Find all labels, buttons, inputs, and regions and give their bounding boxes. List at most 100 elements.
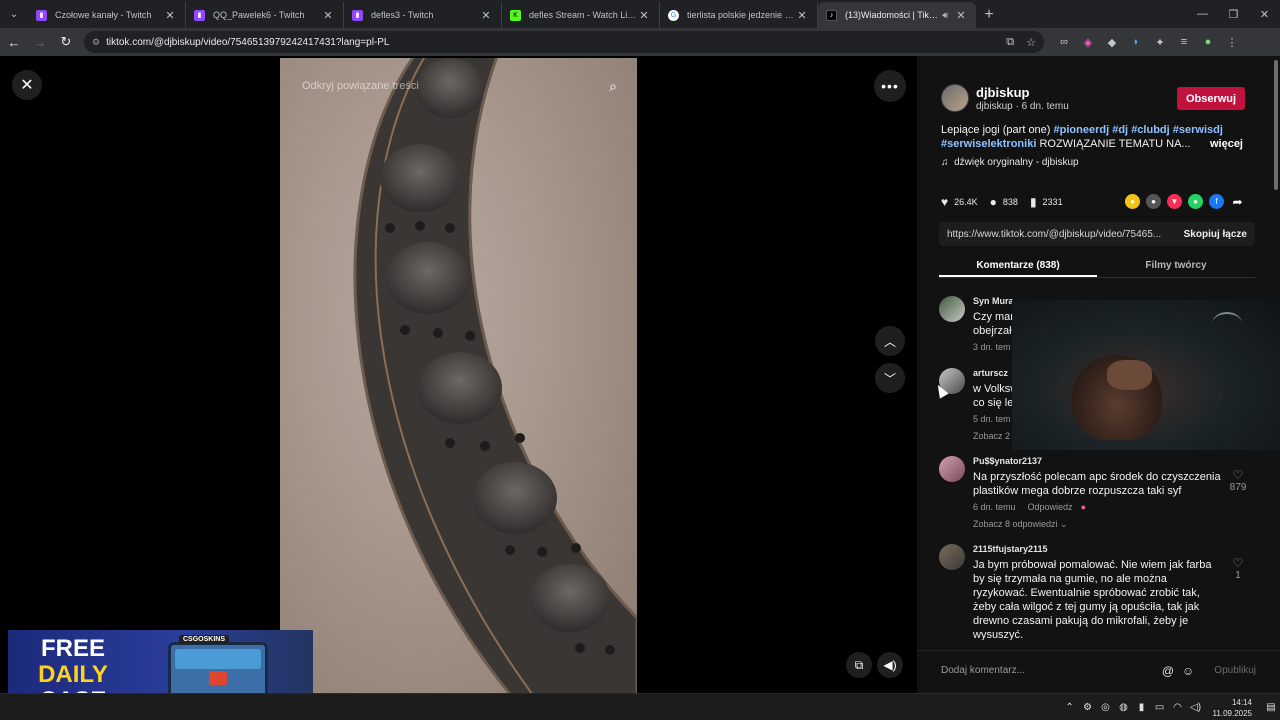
clock-time: 14:14 [1231,697,1252,707]
close-video-button[interactable]: ✕ [12,70,42,100]
like-button[interactable]: ♥ 26.4K [941,195,978,209]
mention-icon[interactable]: @ [1162,664,1174,678]
extension-icon[interactable]: ◈ [1076,36,1100,49]
commenter-name[interactable]: Pu$$ynator2137 [973,456,1042,466]
extension-icon[interactable]: ◆ [1100,36,1124,49]
extension-icon[interactable]: ◗ [1124,36,1148,48]
video-link-box: https://www.tiktok.com/@djbiskup/video/7… [939,222,1255,246]
share-embed-icon[interactable]: ● [1125,194,1140,209]
google-icon: G [668,9,679,21]
commenter-avatar[interactable] [939,296,965,322]
tray-app-icon[interactable]: ◍ [1116,702,1132,713]
close-tab-icon[interactable]: ✕ [321,9,335,22]
copy-link-button[interactable]: Skopiuj łącze [1184,229,1247,240]
hashtag[interactable]: #clubdj [1131,124,1170,136]
close-tab-icon[interactable]: ✕ [637,9,651,22]
site-info-icon[interactable]: ⚙ [92,37,100,48]
browser-menu-icon[interactable]: ⋮ [1220,36,1244,49]
volume-icon[interactable]: ◀︎) [877,652,903,678]
install-app-icon[interactable]: ⧉ [1006,36,1014,49]
profile-avatar-icon[interactable]: ● [1196,36,1220,48]
tray-expand-icon[interactable]: ⌃ [1062,702,1078,713]
network-icon[interactable]: ▭ [1152,702,1168,713]
reading-list-icon[interactable]: ≡ [1172,36,1196,48]
previous-video-button[interactable]: ︿ [875,326,905,356]
hashtag[interactable]: #serwiselektroniki [941,138,1036,150]
commenter-avatar[interactable] [939,544,965,570]
panel-scrollbar[interactable] [1274,60,1278,190]
tab-creator-videos[interactable]: Filmy twórcy [1097,256,1255,277]
forward-icon[interactable]: → [28,30,52,54]
video-player[interactable]: Odkryj powiązane treści ⌕ [280,58,637,694]
browser-tab[interactable]: G tierlista polskie jedzenie - Szuk ✕ [660,2,818,28]
restore-icon[interactable]: ❐ [1218,0,1249,28]
address-bar[interactable]: ⚙ tiktok.com/@djbiskup/video/75465139792… [84,31,1044,53]
next-video-button[interactable]: ﹀ [875,363,905,393]
author-name[interactable]: djbiskup [976,85,1029,100]
close-tab-icon[interactable]: ✕ [479,9,493,22]
like-count: 26.4K [954,197,978,207]
hashtag[interactable]: #pioneerdj [1054,124,1110,136]
bookmark-star-icon[interactable]: ☆ [1026,36,1036,49]
tab-comments[interactable]: Komentarze (838) [939,256,1097,277]
comment-like-button[interactable]: ♡ 879 [1225,468,1251,493]
close-window-icon[interactable]: ✕ [1249,0,1280,28]
new-tab-button[interactable]: + [976,2,1002,28]
author-avatar[interactable] [941,84,969,112]
related-search-input[interactable]: Odkryj powiązane treści [302,80,419,92]
commenter-name[interactable]: Syn Mura [973,296,1014,306]
share-whatsapp-icon[interactable]: ● [1188,194,1203,209]
view-replies-link[interactable]: Zobacz 8 odpowiedzi ⌄ [973,519,1068,530]
show-more-link[interactable]: więcej [1210,137,1243,151]
comment-meta: 5 dn. tem [973,414,1011,424]
browser-tab[interactable]: ▮ QQ_Pawelek6 - Twitch ✕ [186,2,344,28]
follow-button[interactable]: Obserwuj [1177,87,1245,110]
extension-icon[interactable]: ∞ [1052,36,1076,48]
minimize-icon[interactable]: — [1187,0,1218,28]
hashtag[interactable]: #serwisdj [1173,124,1223,136]
tab-search-button[interactable]: ⌄ [0,0,28,28]
tab-title: defles Stream - Watch Live on K [529,10,637,20]
floating-player-icon[interactable]: ⧉ [846,652,872,678]
share-tiktok-icon[interactable]: ▼ [1167,194,1182,209]
reload-icon[interactable]: ↻ [54,30,78,54]
tray-app-icon[interactable]: ◎ [1098,702,1114,713]
close-tab-icon[interactable]: ✕ [163,9,177,22]
speaker-icon[interactable]: 🔊︎ [942,10,948,21]
browser-tab-active[interactable]: ♪ (13)Wiadomości | TikTok 🔊︎ ✕ [818,2,976,28]
extensions-puzzle-icon[interactable]: ✦ [1148,36,1172,49]
view-replies-link[interactable]: Zobacz 2 [973,431,1010,441]
comment-like-button[interactable]: ♡ 1 [1225,556,1251,581]
more-options-button[interactable]: ••• [874,70,906,102]
music-note-icon: ♫ [941,157,949,168]
share-facebook-icon[interactable]: f [1209,194,1224,209]
commenter-name[interactable]: 2115tfujstary2115 [973,544,1048,554]
microphone-icon[interactable]: ▮ [1134,702,1150,713]
share-more-icon[interactable]: ➦ [1230,194,1245,209]
creator-liked-icon: ● [1080,502,1086,512]
close-tab-icon[interactable]: ✕ [795,9,809,22]
volume-tray-icon[interactable]: ◁) [1188,702,1204,713]
tray-app-icon[interactable]: ⚙ [1080,702,1096,713]
add-comment-input[interactable]: Dodaj komentarz... [941,665,1154,676]
search-icon[interactable]: ⌕ [609,78,617,95]
close-tab-icon[interactable]: ✕ [954,9,968,22]
share-friends-icon[interactable]: ● [1146,194,1161,209]
commenter-name[interactable]: arturscz [973,368,1008,378]
browser-tab[interactable]: K defles Stream - Watch Live on K ✕ [502,2,660,28]
notifications-icon[interactable]: ▤ [1263,702,1279,713]
browser-tab[interactable]: ▮ Czołowe kanały - Twitch ✕ [28,2,186,28]
sound-link[interactable]: ♫ dźwięk oryginalny - djbiskup [941,157,1079,168]
comment-button[interactable]: ● 838 [990,195,1018,209]
publish-button[interactable]: Opublikuj [1214,665,1256,676]
reply-button[interactable]: Odpowiedz [1028,502,1073,512]
hashtag[interactable]: #dj [1112,124,1128,136]
streamer-hand [1107,360,1152,390]
commenter-avatar[interactable] [939,456,965,482]
save-button[interactable]: ▮ 2331 [1030,195,1063,209]
system-clock[interactable]: 14:14 11.09.2025 [1213,697,1252,719]
emoji-icon[interactable]: ☺ [1182,664,1194,678]
back-icon[interactable]: ← [2,30,26,54]
wifi-icon[interactable]: ◠ [1170,702,1186,713]
browser-tab[interactable]: ▮ defles3 - Twitch ✕ [344,2,502,28]
